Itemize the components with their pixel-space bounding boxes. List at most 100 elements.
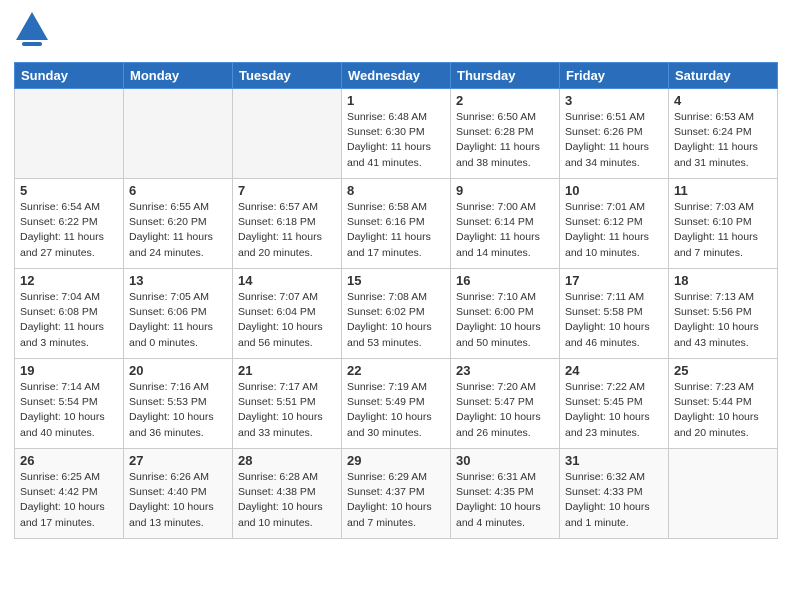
day-number: 2 (456, 93, 554, 108)
day-info: Sunrise: 7:04 AM Sunset: 6:08 PM Dayligh… (20, 290, 118, 351)
calendar-week-row-2: 5 Sunrise: 6:54 AM Sunset: 6:22 PM Daylig… (15, 179, 778, 269)
calendar-day-cell: 6 Sunrise: 6:55 AM Sunset: 6:20 PM Daylig… (124, 179, 233, 269)
day-info: Sunrise: 6:58 AM Sunset: 6:16 PM Dayligh… (347, 200, 445, 261)
day-number: 15 (347, 273, 445, 288)
day-info: Sunrise: 6:26 AM Sunset: 4:40 PM Dayligh… (129, 470, 227, 531)
weekday-header-row: SundayMondayTuesdayWednesdayThursdayFrid… (15, 63, 778, 89)
calendar-day-cell: 4 Sunrise: 6:53 AM Sunset: 6:24 PM Daylig… (669, 89, 778, 179)
day-info: Sunrise: 6:31 AM Sunset: 4:35 PM Dayligh… (456, 470, 554, 531)
day-info: Sunrise: 6:51 AM Sunset: 6:26 PM Dayligh… (565, 110, 663, 171)
calendar-week-row-1: 1Sunrise: 6:48 AM Sunset: 6:30 PM Daylig… (15, 89, 778, 179)
calendar-day-cell: 5 Sunrise: 6:54 AM Sunset: 6:22 PM Daylig… (15, 179, 124, 269)
day-info: Sunrise: 7:05 AM Sunset: 6:06 PM Dayligh… (129, 290, 227, 351)
day-info: Sunrise: 6:32 AM Sunset: 4:33 PM Dayligh… (565, 470, 663, 531)
weekday-header-tuesday: Tuesday (233, 63, 342, 89)
calendar-day-cell: 11Sunrise: 7:03 AM Sunset: 6:10 PM Dayli… (669, 179, 778, 269)
day-number: 26 (20, 453, 118, 468)
day-number: 21 (238, 363, 336, 378)
calendar-day-cell: 24 Sunrise: 7:22 AM Sunset: 5:45 PM Dayli… (560, 359, 669, 449)
day-number: 18 (674, 273, 772, 288)
calendar-day-cell: 29 Sunrise: 6:29 AM Sunset: 4:37 PM Dayli… (342, 449, 451, 539)
day-info: Sunrise: 6:48 AM Sunset: 6:30 PM Dayligh… (347, 110, 445, 171)
day-info: Sunrise: 7:16 AM Sunset: 5:53 PM Dayligh… (129, 380, 227, 441)
day-number: 8 (347, 183, 445, 198)
weekday-header-saturday: Saturday (669, 63, 778, 89)
day-number: 27 (129, 453, 227, 468)
day-info: Sunrise: 7:08 AM Sunset: 6:02 PM Dayligh… (347, 290, 445, 351)
day-info: Sunrise: 7:11 AM Sunset: 5:58 PM Dayligh… (565, 290, 663, 351)
weekday-header-wednesday: Wednesday (342, 63, 451, 89)
day-number: 6 (129, 183, 227, 198)
day-info: Sunrise: 7:10 AM Sunset: 6:00 PM Dayligh… (456, 290, 554, 351)
day-info: Sunrise: 7:00 AM Sunset: 6:14 PM Dayligh… (456, 200, 554, 261)
calendar-day-cell: 19 Sunrise: 7:14 AM Sunset: 5:54 PM Dayli… (15, 359, 124, 449)
day-number: 3 (565, 93, 663, 108)
day-number: 7 (238, 183, 336, 198)
day-number: 5 (20, 183, 118, 198)
header (14, 10, 778, 54)
day-number: 12 (20, 273, 118, 288)
day-number: 19 (20, 363, 118, 378)
calendar-day-cell: 18 Sunrise: 7:13 AM Sunset: 5:56 PM Dayli… (669, 269, 778, 359)
day-info: Sunrise: 7:03 AM Sunset: 6:10 PM Dayligh… (674, 200, 772, 261)
day-number: 14 (238, 273, 336, 288)
day-number: 28 (238, 453, 336, 468)
day-number: 17 (565, 273, 663, 288)
day-info: Sunrise: 7:22 AM Sunset: 5:45 PM Dayligh… (565, 380, 663, 441)
calendar-day-cell: 10 Sunrise: 7:01 AM Sunset: 6:12 PM Dayli… (560, 179, 669, 269)
calendar-day-cell: 1Sunrise: 6:48 AM Sunset: 6:30 PM Daylig… (342, 89, 451, 179)
day-number: 24 (565, 363, 663, 378)
day-number: 10 (565, 183, 663, 198)
calendar-day-cell: 23 Sunrise: 7:20 AM Sunset: 5:47 PM Dayli… (451, 359, 560, 449)
calendar-week-row-5: 26 Sunrise: 6:25 AM Sunset: 4:42 PM Dayli… (15, 449, 778, 539)
calendar-day-cell: 22 Sunrise: 7:19 AM Sunset: 5:49 PM Dayli… (342, 359, 451, 449)
weekday-header-friday: Friday (560, 63, 669, 89)
calendar-day-cell (124, 89, 233, 179)
day-number: 20 (129, 363, 227, 378)
weekday-header-sunday: Sunday (15, 63, 124, 89)
calendar-day-cell: 16 Sunrise: 7:10 AM Sunset: 6:00 PM Dayli… (451, 269, 560, 359)
calendar-day-cell (669, 449, 778, 539)
calendar-week-row-4: 19 Sunrise: 7:14 AM Sunset: 5:54 PM Dayli… (15, 359, 778, 449)
day-info: Sunrise: 6:25 AM Sunset: 4:42 PM Dayligh… (20, 470, 118, 531)
calendar-day-cell: 21 Sunrise: 7:17 AM Sunset: 5:51 PM Dayli… (233, 359, 342, 449)
day-info: Sunrise: 7:14 AM Sunset: 5:54 PM Dayligh… (20, 380, 118, 441)
day-info: Sunrise: 6:53 AM Sunset: 6:24 PM Dayligh… (674, 110, 772, 171)
day-number: 16 (456, 273, 554, 288)
calendar-day-cell: 31 Sunrise: 6:32 AM Sunset: 4:33 PM Dayli… (560, 449, 669, 539)
day-number: 25 (674, 363, 772, 378)
calendar-day-cell: 12 Sunrise: 7:04 AM Sunset: 6:08 PM Dayli… (15, 269, 124, 359)
calendar-day-cell: 17 Sunrise: 7:11 AM Sunset: 5:58 PM Dayli… (560, 269, 669, 359)
page: SundayMondayTuesdayWednesdayThursdayFrid… (0, 0, 792, 553)
calendar-day-cell: 28 Sunrise: 6:28 AM Sunset: 4:38 PM Dayli… (233, 449, 342, 539)
calendar-table: SundayMondayTuesdayWednesdayThursdayFrid… (14, 62, 778, 539)
calendar-day-cell: 8 Sunrise: 6:58 AM Sunset: 6:16 PM Daylig… (342, 179, 451, 269)
day-number: 13 (129, 273, 227, 288)
day-info: Sunrise: 6:55 AM Sunset: 6:20 PM Dayligh… (129, 200, 227, 261)
day-number: 29 (347, 453, 445, 468)
day-number: 23 (456, 363, 554, 378)
day-info: Sunrise: 6:29 AM Sunset: 4:37 PM Dayligh… (347, 470, 445, 531)
calendar-day-cell: 9Sunrise: 7:00 AM Sunset: 6:14 PM Daylig… (451, 179, 560, 269)
day-info: Sunrise: 7:13 AM Sunset: 5:56 PM Dayligh… (674, 290, 772, 351)
day-info: Sunrise: 7:01 AM Sunset: 6:12 PM Dayligh… (565, 200, 663, 261)
day-info: Sunrise: 6:50 AM Sunset: 6:28 PM Dayligh… (456, 110, 554, 171)
calendar-day-cell: 20 Sunrise: 7:16 AM Sunset: 5:53 PM Dayli… (124, 359, 233, 449)
calendar-day-cell: 25Sunrise: 7:23 AM Sunset: 5:44 PM Dayli… (669, 359, 778, 449)
calendar-day-cell: 15 Sunrise: 7:08 AM Sunset: 6:02 PM Dayli… (342, 269, 451, 359)
weekday-header-monday: Monday (124, 63, 233, 89)
day-info: Sunrise: 7:19 AM Sunset: 5:49 PM Dayligh… (347, 380, 445, 441)
day-number: 4 (674, 93, 772, 108)
day-number: 22 (347, 363, 445, 378)
calendar-day-cell: 3 Sunrise: 6:51 AM Sunset: 6:26 PM Daylig… (560, 89, 669, 179)
day-info: Sunrise: 7:07 AM Sunset: 6:04 PM Dayligh… (238, 290, 336, 351)
calendar-day-cell (233, 89, 342, 179)
calendar-day-cell: 30Sunrise: 6:31 AM Sunset: 4:35 PM Dayli… (451, 449, 560, 539)
day-number: 31 (565, 453, 663, 468)
calendar-week-row-3: 12 Sunrise: 7:04 AM Sunset: 6:08 PM Dayli… (15, 269, 778, 359)
day-info: Sunrise: 7:20 AM Sunset: 5:47 PM Dayligh… (456, 380, 554, 441)
day-info: Sunrise: 7:17 AM Sunset: 5:51 PM Dayligh… (238, 380, 336, 441)
calendar-day-cell: 26 Sunrise: 6:25 AM Sunset: 4:42 PM Dayli… (15, 449, 124, 539)
day-info: Sunrise: 6:28 AM Sunset: 4:38 PM Dayligh… (238, 470, 336, 531)
day-info: Sunrise: 6:54 AM Sunset: 6:22 PM Dayligh… (20, 200, 118, 261)
